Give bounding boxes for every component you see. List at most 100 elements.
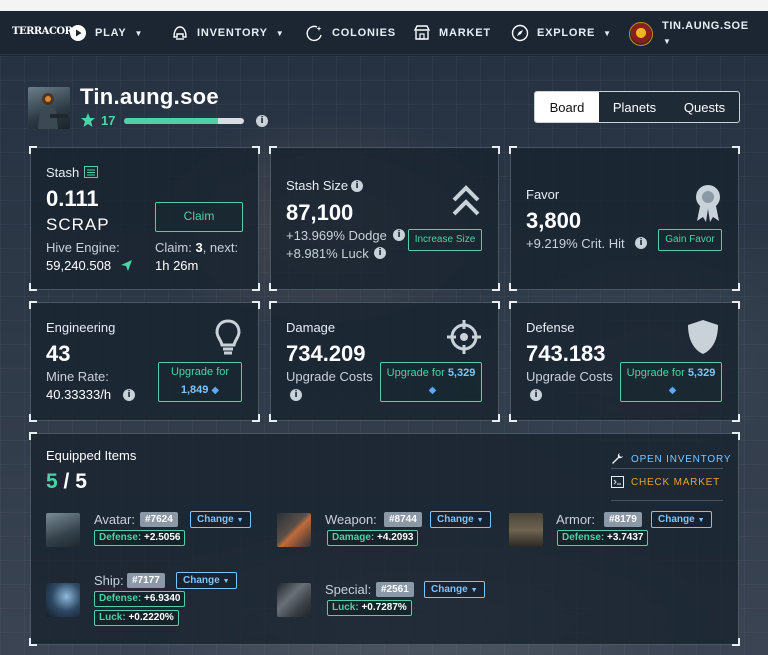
- equipped-current: 5: [46, 470, 58, 493]
- gain-favor-button[interactable]: Gain Favor: [658, 229, 722, 251]
- avatar-change-button[interactable]: Change ▼: [190, 511, 251, 528]
- special-item-image[interactable]: [277, 583, 311, 617]
- nav-inventory-label: INVENTORY: [197, 27, 268, 39]
- ship-item-image[interactable]: [46, 583, 80, 617]
- weapon-item-image[interactable]: [277, 513, 311, 547]
- upgrade-text: Upgrade for: [170, 366, 230, 379]
- change-label: Change: [437, 514, 474, 525]
- stat-value: +0.2220%: [128, 612, 174, 623]
- nav-colonies[interactable]: COLONIES: [306, 11, 396, 55]
- claim-info: Claim: 3, next:: [155, 240, 238, 255]
- avatar-item-image[interactable]: [46, 513, 80, 547]
- tab-planets[interactable]: Planets: [599, 92, 670, 122]
- special-item-id: #2561: [376, 582, 414, 597]
- luck-bonus: +8.981% Luck: [286, 246, 369, 261]
- armor-change-button[interactable]: Change ▼: [651, 511, 712, 528]
- award-ribbon-icon: [696, 185, 720, 222]
- top-nav: TERRACORE PLAY ▼ INVENTORY ▼ COLONIES MA…: [0, 11, 768, 55]
- upgrade-cost: 5,329: [687, 367, 716, 380]
- compass-icon: [511, 24, 529, 42]
- upgrade-text: Upgrade for: [626, 367, 685, 380]
- stash-label: Stash: [46, 165, 80, 180]
- info-icon[interactable]: i: [256, 115, 268, 127]
- engineering-upgrade-button[interactable]: Upgrade for 1,849 ◆: [158, 362, 242, 402]
- nav-play[interactable]: PLAY ▼: [69, 11, 143, 55]
- armor-item-image[interactable]: [509, 513, 543, 547]
- special-stat: Luck: +0.7287%: [327, 600, 412, 616]
- view-tabs: Board Planets Quests: [534, 91, 740, 123]
- avatar-slot-label: Avatar:: [94, 512, 135, 527]
- send-icon[interactable]: [120, 259, 133, 272]
- armor-slot-label: Armor:: [556, 512, 595, 527]
- weapon-change-button[interactable]: Change ▼: [430, 511, 491, 528]
- nav-explore-label: EXPLORE: [537, 27, 596, 39]
- ship-stat-defense: Defense: +6.9340: [94, 591, 186, 607]
- user-avatar: [28, 87, 70, 129]
- helmet-icon: [173, 26, 187, 40]
- info-icon[interactable]: i: [530, 389, 542, 401]
- shield-icon: [688, 320, 718, 354]
- browser-strip: [0, 0, 768, 11]
- info-icon[interactable]: i: [290, 389, 302, 401]
- planet-sparkle-icon: [306, 25, 322, 42]
- weapon-stat: Damage: +4.2093: [327, 530, 419, 546]
- crosshair-icon: [447, 320, 481, 354]
- nav-inventory[interactable]: INVENTORY ▼: [171, 11, 285, 55]
- star-icon: [81, 113, 95, 127]
- avatar-figure: [38, 93, 68, 129]
- chevron-down-icon: ▼: [476, 517, 484, 524]
- xp-progress-bar: [124, 118, 244, 124]
- info-icon[interactable]: i: [123, 389, 135, 401]
- profile-avatar[interactable]: [629, 22, 653, 46]
- ship-slot-label: Ship:: [94, 573, 124, 588]
- double-chevron-up-icon: [452, 185, 480, 216]
- stat-key: Defense:: [562, 532, 605, 543]
- stat-value: +0.7287%: [361, 602, 407, 613]
- stat-key: Defense:: [99, 532, 142, 543]
- defense-label: Defense: [526, 320, 575, 335]
- stat-key: Damage:: [332, 532, 375, 543]
- chevron-down-icon: ▼: [134, 28, 144, 38]
- chevron-down-icon: ▼: [236, 517, 244, 524]
- info-icon[interactable]: i: [393, 229, 405, 241]
- store-icon: [413, 25, 431, 40]
- claim-suffix: , next:: [202, 240, 239, 255]
- tab-quests[interactable]: Quests: [670, 92, 739, 122]
- damage-upgrade-button[interactable]: Upgrade for 5,329 ◆: [380, 362, 482, 402]
- defense-value: 743.183: [526, 341, 606, 366]
- stat-value: +4.2093: [377, 532, 414, 543]
- nav-play-label: PLAY: [95, 27, 127, 39]
- armor-item-id: #8179: [604, 512, 642, 527]
- engineering-label: Engineering: [46, 320, 116, 335]
- lightbulb-icon: [215, 319, 241, 355]
- equipped-separator: /: [63, 470, 70, 493]
- chevron-down-icon[interactable]: ▼: [663, 37, 671, 46]
- terracore-logo[interactable]: TERRACORE: [12, 19, 80, 45]
- ship-change-button[interactable]: Change ▼: [176, 572, 237, 589]
- damage-costs-label: Upgrade Costs: [286, 369, 373, 384]
- nav-market-label: MARKET: [439, 27, 491, 39]
- profile-name[interactable]: TIN.AUNG.SOE: [662, 20, 749, 32]
- stat-value: +3.7437: [607, 532, 644, 543]
- crit-bonus: +9.219% Crit. Hit: [526, 236, 625, 251]
- mine-rate-label: Mine Rate:: [46, 369, 109, 384]
- weapon-item-id: #8744: [384, 512, 422, 527]
- defense-upgrade-button[interactable]: Upgrade for 5,329 ◆: [620, 362, 722, 402]
- special-slot-label: Special:: [325, 582, 372, 597]
- upgrade-text: Upgrade for: [386, 367, 445, 380]
- stat-value: +6.9340: [144, 593, 181, 604]
- special-change-button[interactable]: Change ▼: [424, 581, 485, 598]
- nav-explore[interactable]: EXPLORE ▼: [511, 11, 612, 55]
- claim-button[interactable]: Claim: [155, 202, 243, 232]
- info-icon[interactable]: i: [374, 247, 386, 259]
- tab-board[interactable]: Board: [535, 92, 599, 122]
- info-icon[interactable]: i: [351, 180, 363, 192]
- nav-market[interactable]: MARKET: [413, 11, 491, 55]
- check-market-link[interactable]: CHECK MARKET: [631, 477, 720, 488]
- stash-unit: SCRAP: [46, 215, 110, 234]
- avatar-item-id: #7624: [140, 512, 178, 527]
- info-icon[interactable]: i: [635, 237, 647, 249]
- increase-size-button[interactable]: Increase Size: [408, 229, 482, 251]
- open-inventory-link[interactable]: OPEN INVENTORY: [631, 454, 731, 465]
- stat-key: Luck:: [332, 602, 359, 613]
